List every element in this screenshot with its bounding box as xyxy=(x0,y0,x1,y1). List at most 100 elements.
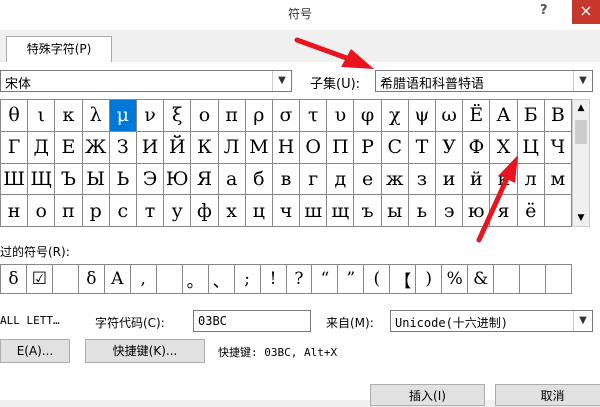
recent-symbol-cell[interactable]: 。 xyxy=(182,265,209,294)
cancel-button[interactable]: 取消 xyxy=(495,384,600,406)
symbol-cell[interactable]: э xyxy=(436,195,464,227)
recent-symbol-cell[interactable]: ) xyxy=(416,265,443,294)
symbol-cell[interactable]: Я xyxy=(191,163,219,196)
close-button[interactable]: × xyxy=(572,0,600,24)
symbol-cell[interactable]: Ф xyxy=(463,131,491,164)
symbol-cell[interactable]: ξ xyxy=(164,100,192,132)
symbol-cell[interactable]: У xyxy=(436,131,464,164)
recent-symbol-cell[interactable]: ! xyxy=(260,265,287,294)
recent-symbol-cell[interactable]: , xyxy=(130,265,157,294)
symbol-cell[interactable]: т xyxy=(136,195,165,227)
chevron-down-icon[interactable]: ▼ xyxy=(573,311,592,331)
recent-symbol-cell[interactable]: Α xyxy=(104,265,131,294)
symbol-cell[interactable]: г xyxy=(300,163,328,196)
symbol-cell[interactable]: Г xyxy=(1,131,29,164)
recent-symbol-cell[interactable]: δ xyxy=(78,265,105,294)
symbol-cell[interactable]: р xyxy=(82,195,110,227)
symbol-cell[interactable]: Ш xyxy=(1,163,29,196)
symbol-cell[interactable]: φ xyxy=(354,100,382,132)
symbol-cell[interactable]: Х xyxy=(490,131,518,164)
recent-symbol-cell[interactable]: ” xyxy=(338,265,365,294)
symbol-cell[interactable]: А xyxy=(490,100,518,132)
symbol-cell[interactable]: Н xyxy=(272,131,301,164)
symbol-cell[interactable]: б xyxy=(245,163,273,196)
chevron-down-icon[interactable]: ▼ xyxy=(272,71,291,91)
symbol-cell[interactable]: ι xyxy=(28,100,56,132)
symbol-cell[interactable]: Ц xyxy=(517,131,545,164)
symbol-cell[interactable]: Ы xyxy=(82,163,110,196)
font-combobox[interactable]: 宋体 ▼ xyxy=(0,70,292,92)
symbol-cell[interactable]: З xyxy=(109,131,137,164)
symbol-cell[interactable]: к xyxy=(490,163,518,196)
symbol-cell[interactable]: П xyxy=(327,131,355,164)
symbol-cell[interactable]: е xyxy=(354,163,382,196)
symbol-cell[interactable]: ρ xyxy=(245,100,273,132)
symbol-cell[interactable]: М xyxy=(245,131,273,164)
symbol-cell[interactable]: Ъ xyxy=(55,163,83,196)
symbol-cell[interactable]: м xyxy=(544,163,572,196)
symbol-cell[interactable]: ж xyxy=(381,163,409,196)
recent-symbol-cell[interactable] xyxy=(494,265,521,294)
symbol-cell[interactable]: л xyxy=(517,163,545,196)
symbol-cell[interactable]: Ч xyxy=(544,131,572,164)
symbol-cell[interactable]: ь xyxy=(408,195,437,227)
recent-symbol-cell[interactable]: ? xyxy=(286,265,313,294)
recent-symbol-cell[interactable]: % xyxy=(442,265,469,294)
symbol-cell[interactable]: х xyxy=(218,195,246,227)
symbol-cell[interactable]: Б xyxy=(517,100,545,132)
symbol-cell[interactable]: ω xyxy=(436,100,464,132)
symbol-cell[interactable]: ъ xyxy=(354,195,382,227)
symbol-cell[interactable]: Э xyxy=(136,163,165,196)
help-button[interactable]: ? xyxy=(540,3,552,18)
symbol-cell[interactable]: К xyxy=(191,131,219,164)
symbol-cell[interactable]: χ xyxy=(381,100,409,132)
symbol-cell[interactable] xyxy=(544,195,572,227)
symbol-cell[interactable]: θ xyxy=(1,100,29,132)
grid-scrollbar[interactable]: ▲ ▼ xyxy=(572,99,590,227)
symbol-cell[interactable]: с xyxy=(109,195,137,227)
recent-symbol-cell[interactable] xyxy=(156,265,183,294)
scroll-down-icon[interactable]: ▼ xyxy=(573,210,589,226)
symbol-cell[interactable]: Д xyxy=(28,131,56,164)
symbol-cell[interactable]: Т xyxy=(408,131,437,164)
recent-symbol-cell[interactable] xyxy=(546,265,572,294)
symbol-cell[interactable]: υ xyxy=(327,100,355,132)
recent-symbol-cell[interactable]: ☑ xyxy=(26,265,53,294)
symbol-cell[interactable]: Ю xyxy=(164,163,192,196)
recent-symbol-cell[interactable]: 【 xyxy=(390,265,417,294)
recent-symbol-cell[interactable] xyxy=(520,265,547,294)
recent-symbol-cell[interactable]: ; xyxy=(234,265,261,294)
symbol-cell[interactable]: σ xyxy=(272,100,301,132)
chevron-down-icon[interactable]: ▼ xyxy=(573,71,592,91)
recent-symbol-cell[interactable] xyxy=(52,265,79,294)
symbol-cell[interactable]: ш xyxy=(300,195,328,227)
recent-symbol-cell[interactable]: ( xyxy=(364,265,391,294)
symbol-cell[interactable]: Ж xyxy=(82,131,110,164)
symbol-cell[interactable]: й xyxy=(463,163,491,196)
insert-button[interactable]: 插入(I) xyxy=(370,384,485,406)
symbol-cell[interactable]: в xyxy=(272,163,301,196)
symbol-cell[interactable]: и xyxy=(436,163,464,196)
symbol-cell[interactable]: О xyxy=(300,131,328,164)
symbol-cell[interactable]: з xyxy=(408,163,437,196)
symbol-cell[interactable]: ν xyxy=(136,100,165,132)
scroll-up-icon[interactable]: ▲ xyxy=(573,100,589,116)
symbol-cell[interactable]: Ё xyxy=(463,100,491,132)
symbol-cell[interactable]: λ xyxy=(82,100,110,132)
symbol-cell[interactable]: κ xyxy=(55,100,83,132)
symbol-cell[interactable]: Й xyxy=(164,131,192,164)
symbol-cell[interactable]: о xyxy=(28,195,56,227)
symbol-cell[interactable]: Ь xyxy=(109,163,137,196)
symbol-cell[interactable]: В xyxy=(544,100,572,132)
symbol-cell[interactable]: ы xyxy=(381,195,409,227)
symbol-cell[interactable]: И xyxy=(136,131,165,164)
symbol-cell-selected[interactable]: μ xyxy=(109,100,137,132)
symbol-cell[interactable]: Е xyxy=(55,131,83,164)
symbol-cell[interactable]: ё xyxy=(517,195,545,227)
recent-symbol-cell[interactable]: & xyxy=(468,265,495,294)
symbol-cell[interactable]: я xyxy=(490,195,518,227)
recent-symbol-cell[interactable]: δ xyxy=(1,265,27,294)
symbol-cell[interactable]: п xyxy=(55,195,83,227)
symbol-cell[interactable]: π xyxy=(218,100,246,132)
symbol-cell[interactable]: ф xyxy=(191,195,219,227)
